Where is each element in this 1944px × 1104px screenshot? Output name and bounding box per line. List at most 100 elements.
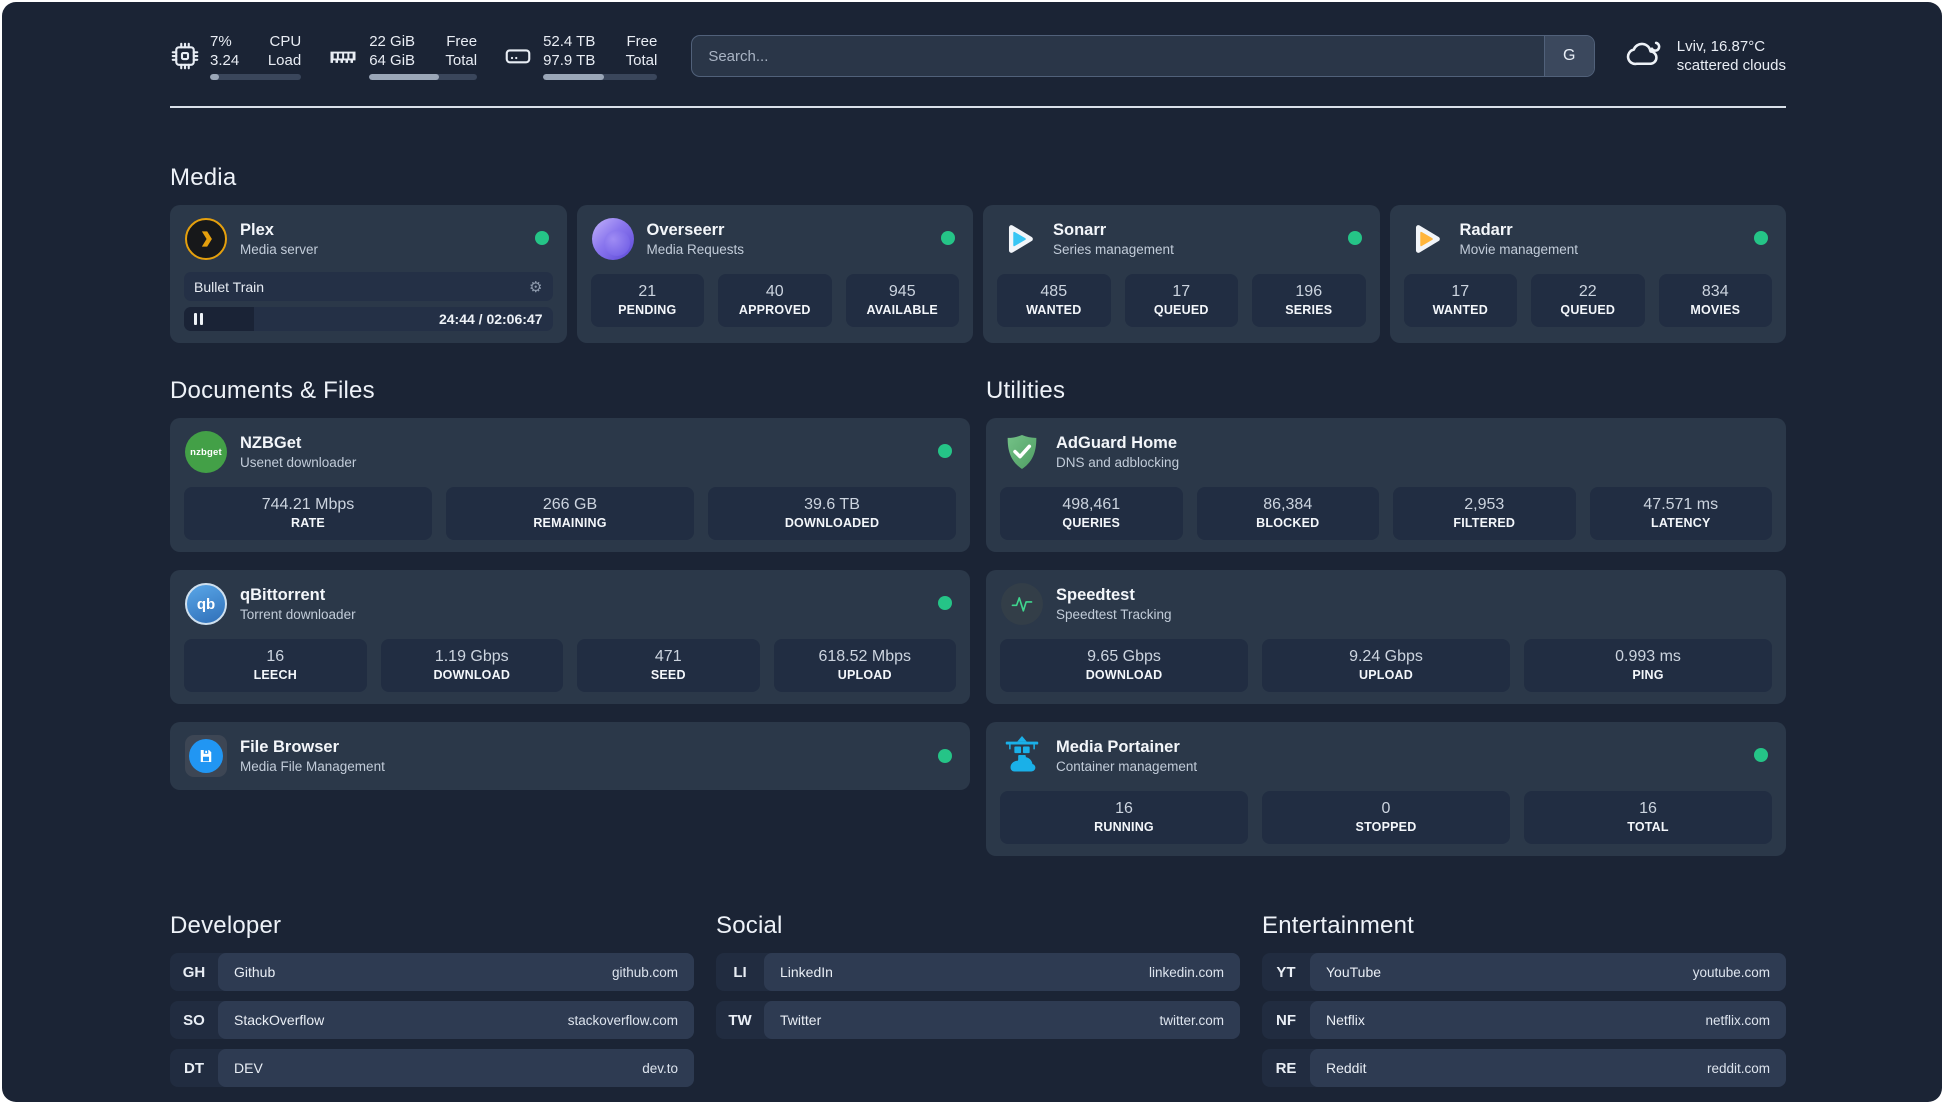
section-documents-files: Documents & Files nzbget NZBGet Usenet d… [170,377,970,790]
google-search-button[interactable]: G [1543,36,1594,76]
bookmark-twitter[interactable]: TW Twitter twitter.com [716,1001,1240,1039]
stat-download: 1.19 Gbps DOWNLOAD [380,639,563,692]
playback-time: 24:44 / 02:06:47 [438,311,543,327]
disk-total-label: Total [625,52,658,69]
top-bar: 7% 3.24 CPU Load 22 GiB 64 GiB Free Tota… [170,32,1786,80]
service-card-portainer[interactable]: Media Portainer Container management 16 … [986,722,1786,856]
bookmark-url: reddit.com [1706,1060,1770,1076]
developer-section-title: Developer [170,912,282,939]
ram-total-value: 64 GiB [369,52,416,69]
service-description: Movie management [1459,241,1579,257]
service-name: NZBGet [240,433,302,452]
nzbget-icon: nzbget [184,430,228,474]
dashboard: 7% 3.24 CPU Load 22 GiB 64 GiB Free Tota… [2,2,1942,1102]
stat-upload: 618.52 Mbps UPLOAD [773,639,956,692]
header-divider [170,106,1786,108]
service-description: Media server [240,241,319,257]
entertainment-section-title: Entertainment [1262,912,1415,939]
bookmark-stackoverflow[interactable]: SO StackOverflow stackoverflow.com [170,1001,694,1039]
service-description: Usenet downloader [240,454,357,470]
stat-downloaded: 39.6 TB DOWNLOADED [708,487,956,540]
stat-rate: 744.21 Mbps RATE [184,487,432,540]
service-card-qbittorrent[interactable]: qb qBittorrent Torrent downloader 16 LEE… [170,570,970,704]
section-media: Media Plex Media server Bullet Train ⚙︎ … [170,164,1786,343]
bookmark-group-developer: Developer GH Github github.com SO StackO… [170,912,694,1097]
service-card-sonarr[interactable]: Sonarr Series management 485 WANTED 17 Q… [983,205,1380,343]
bookmark-abbr: DT [184,1059,204,1077]
status-dot [941,231,955,245]
plex-icon [184,217,228,261]
stat-latency: 47.571 ms LATENCY [1589,487,1772,540]
bookmark-linkedin[interactable]: LI LinkedIn linkedin.com [716,953,1240,991]
system-resources: 7% 3.24 CPU Load 22 GiB 64 GiB Free Tota… [170,32,658,80]
bookmark-abbr: NF [1276,1011,1296,1029]
stat-running: 16 RUNNING [1000,791,1248,844]
now-playing-title: Bullet Train [194,278,265,295]
disk-free-label: Free [626,33,658,50]
status-dot [1754,748,1768,762]
service-name: AdGuard Home [1056,433,1178,452]
bookmark-url: linkedin.com [1148,964,1224,980]
bookmark-youtube[interactable]: YT YouTube youtube.com [1262,953,1786,991]
stat-series: 196 SERIES [1252,274,1366,327]
cpu-usage-value: 7% [210,33,232,50]
service-card-overseerr[interactable]: Overseerr Media Requests 21 PENDING 40 A… [576,205,973,343]
service-name: Overseerr [646,220,725,239]
ram-free-value: 22 GiB [369,33,416,50]
service-name: File Browser [240,737,340,756]
service-card-speedtest[interactable]: Speedtest Speedtest Tracking 9.65 Gbps D… [986,570,1786,704]
bookmark-github[interactable]: GH Github github.com [170,953,694,991]
service-description: Media Requests [646,241,745,257]
stat-movies: 834 MOVIES [1658,274,1772,327]
stat-download: 9.65 Gbps DOWNLOAD [1000,639,1248,692]
bookmark-dev[interactable]: DT DEV dev.to [170,1049,694,1087]
disk-progress-bar [543,74,658,80]
service-card-nzbget[interactable]: nzbget NZBGet Usenet downloader 744.21 M… [170,418,970,552]
pause-icon[interactable] [194,313,203,325]
bookmark-name: DEV [234,1060,263,1076]
ram-progress-bar [369,74,478,80]
weather-widget: Lviv, 16.87°C scattered clouds [1625,36,1786,77]
filebrowser-icon [184,734,228,778]
speedtest-pulse-icon [1000,582,1044,626]
adguard-shield-icon [1000,430,1044,474]
ram-total-label: Total [445,52,478,69]
service-card-plex[interactable]: Plex Media server Bullet Train 24:44 / 0… [170,205,567,343]
memory-icon [327,41,359,71]
bookmark-abbr: LI [733,963,747,981]
bookmark-name: Reddit [1326,1060,1367,1076]
search-input[interactable] [692,36,1544,76]
status-dot [938,444,952,458]
sonarr-icon [997,217,1041,261]
bookmark-netflix[interactable]: NF Netflix netflix.com [1262,1001,1786,1039]
service-description: Speedtest Tracking [1056,606,1172,622]
stat-available: 945 AVAILABLE [845,274,959,327]
service-card-adguard[interactable]: AdGuard Home DNS and adblocking 498,461 … [986,418,1786,552]
stat-blocked: 86,384 BLOCKED [1196,487,1379,540]
stat-pending: 21 PENDING [590,274,704,327]
stat-approved: 40 APPROVED [718,274,832,327]
bookmark-url: youtube.com [1692,964,1770,980]
qbittorrent-icon: qb [184,582,228,626]
gear-icon[interactable] [529,278,542,296]
bookmark-reddit[interactable]: RE Reddit reddit.com [1262,1049,1786,1087]
service-description: DNS and adblocking [1056,454,1180,470]
utilities-section-title: Utilities [986,377,1066,404]
bookmark-url: twitter.com [1159,1012,1224,1028]
service-name: Speedtest [1056,585,1135,604]
stat-ping: 0.993 ms PING [1524,639,1772,692]
stat-wanted: 17 WANTED [1403,274,1517,327]
service-card-filebrowser[interactable]: File Browser Media File Management [170,722,970,790]
cloud-icon [1625,36,1665,77]
memory-widget: 22 GiB 64 GiB Free Total [327,32,478,80]
status-dot [938,749,952,763]
cpu-load-value: 3.24 [210,52,240,69]
status-dot [1754,231,1768,245]
search-bar: G [691,35,1595,77]
service-name: qBittorrent [240,585,326,604]
stat-filtered: 2,953 FILTERED [1393,487,1576,540]
stat-upload: 9.24 Gbps UPLOAD [1262,639,1510,692]
weather-condition: scattered clouds [1676,57,1786,74]
service-card-radarr[interactable]: Radarr Movie management 17 WANTED 22 QUE… [1389,205,1786,343]
playback-progress-bar[interactable]: 24:44 / 02:06:47 [184,307,553,331]
